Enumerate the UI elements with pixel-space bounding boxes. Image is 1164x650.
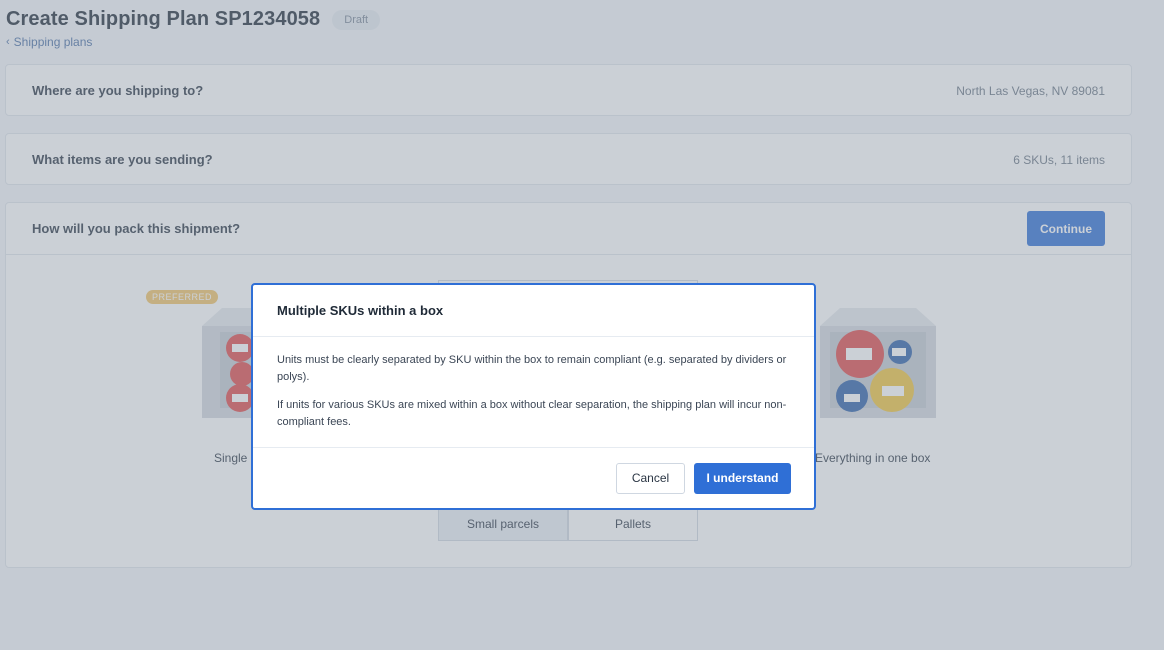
modal-paragraph: Units must be clearly separated by SKU w…	[277, 354, 787, 383]
modal-paragraph: If units for various SKUs are mixed with…	[277, 399, 787, 428]
modal-body: Units must be clearly separated by SKU w…	[253, 337, 814, 448]
modal-header: Multiple SKUs within a box	[253, 285, 814, 337]
modal-title: Multiple SKUs within a box	[277, 303, 444, 318]
multiple-skus-modal: Multiple SKUs within a box Units must be…	[251, 283, 816, 510]
shipping-plan-page: Create Shipping Plan SP1234058 Draft ‹ S…	[0, 0, 1164, 650]
modal-footer: Cancel I understand	[253, 448, 814, 508]
cancel-button[interactable]: Cancel	[616, 462, 685, 494]
i-understand-button[interactable]: I understand	[694, 462, 791, 494]
